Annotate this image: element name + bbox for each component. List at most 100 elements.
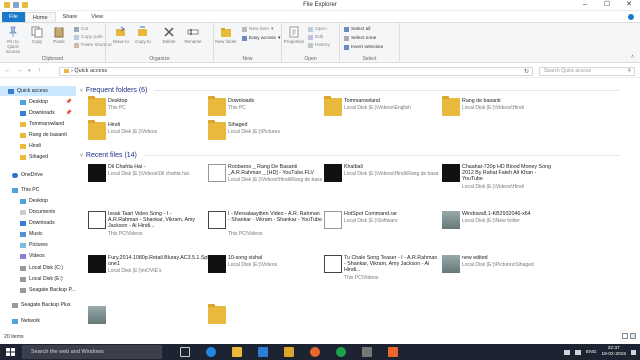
recent-file-tile[interactable]: Fury.2014.1080p.Retail.Bluray.AC3.5.1.Sp… (84, 255, 219, 295)
nav-item-downloads[interactable]: Downloads (0, 218, 76, 228)
copy-path-button[interactable]: Copy path (74, 35, 103, 40)
app-icon[interactable] (336, 347, 346, 357)
recent-file-tile[interactable]: Chaahat-720p HD Blood Money Song 2012 By… (438, 164, 556, 204)
help-icon[interactable] (628, 13, 634, 20)
select-none-button[interactable]: Select none (344, 36, 376, 41)
history-button[interactable]: History (308, 43, 330, 48)
frequent-folder-tile[interactable]: Hindi Local Disk (E:)\Videos (84, 120, 202, 146)
nav-item-videos[interactable]: Videos (0, 251, 76, 261)
new-group-label: New (242, 56, 253, 62)
nav-item-pictures[interactable]: Pictures (0, 240, 76, 250)
maximize-button[interactable]: ☐ (596, 0, 618, 11)
recent-locations-icon[interactable]: ▾ (28, 68, 31, 74)
copy-button[interactable]: Copy (26, 26, 48, 44)
nav-item-music[interactable]: Music (0, 229, 76, 239)
nav-item-quick-access[interactable]: Quick access (0, 86, 76, 96)
recent-file-tile[interactable]: Khalbali Local Disk (E:)\Videos\Hindi\Ran… (320, 164, 438, 204)
network-icon[interactable] (564, 349, 571, 355)
details-view-icon[interactable] (622, 333, 628, 339)
large-icons-view-icon[interactable] (630, 333, 636, 339)
nav-item-rang-de-basanti[interactable]: Rang de basanti (0, 130, 76, 140)
nav-item-hindi[interactable]: Hindi (0, 141, 76, 151)
address-input[interactable]: › Quick access (59, 67, 533, 76)
nav-item-downloads-pinned[interactable]: Downloads 📌 (0, 108, 76, 118)
easy-access-button[interactable]: Easy access ▾ (242, 36, 280, 41)
tab-share[interactable]: Share (56, 12, 85, 22)
tab-view[interactable]: View (84, 12, 110, 22)
recent-file-tile[interactable]: Dil Chahta Hai - Local Disk (E:)\Videos\D… (84, 164, 202, 204)
task-view-icon[interactable] (180, 347, 190, 357)
minimize-button[interactable]: – (574, 0, 596, 11)
tab-home[interactable]: Home (24, 12, 56, 22)
invert-selection-button[interactable]: Invert selection (344, 45, 383, 50)
nav-item-network[interactable]: Network (0, 316, 76, 326)
recent-file-tile[interactable]: Windows8.1-KB2932046-x64 Local Disk (E:)\… (438, 211, 556, 251)
nav-item-tommarowland[interactable]: Tommarowland (0, 119, 76, 129)
recent-file-tile[interactable]: Issak Taari Video Song - I - A.R.Rahman … (84, 211, 202, 251)
forward-arrow-icon[interactable]: → (16, 67, 23, 74)
new-folder-button[interactable]: New folder (215, 26, 237, 44)
close-button[interactable]: ✕ (618, 0, 640, 11)
download-icon (20, 110, 26, 116)
refresh-icon[interactable]: ↻ (524, 68, 529, 75)
app-icon[interactable] (362, 347, 372, 357)
rename-button[interactable]: Rename (182, 26, 204, 44)
download-icon (20, 220, 26, 226)
search-input[interactable]: Search Quick access ⚲ (539, 67, 635, 76)
clock[interactable]: 22:37 19-02-2015 (601, 346, 626, 358)
nav-item-documents[interactable]: Documents (0, 207, 76, 217)
tile-location: This PC\Videos (108, 230, 143, 237)
frequent-folder-tile[interactable]: Rang de basanti Local Disk (E:)\Videos\Hi… (438, 96, 556, 122)
select-all-button[interactable]: Select all (344, 27, 370, 32)
cut-button[interactable]: Cut (74, 27, 88, 32)
new-item-button[interactable]: New item ▾ (242, 27, 273, 32)
delete-button[interactable]: Delete (158, 26, 180, 44)
nav-item-local-disk-e[interactable]: Local Disk (E:) (0, 274, 76, 284)
pin-to-quick-access-button[interactable]: Pin to Quick access (2, 26, 24, 54)
nav-item-onedrive[interactable]: OneDrive (0, 170, 76, 180)
folder-icon (88, 96, 106, 116)
volume-icon[interactable] (575, 349, 582, 355)
windows-start-icon[interactable] (6, 348, 15, 356)
paste-button[interactable]: Paste (48, 26, 70, 44)
collapse-ribbon-icon[interactable]: ˄ (631, 54, 634, 60)
file-explorer-icon[interactable] (232, 347, 242, 357)
language-indicator[interactable]: ENG (586, 350, 596, 355)
back-arrow-icon[interactable]: ← (4, 67, 11, 74)
nav-item-seagate-2[interactable]: Seagate Backup Plus (0, 300, 76, 310)
frequent-folder-tile[interactable]: Tommarowland Local Disk (E:)\Videos\Engli… (320, 96, 438, 122)
nav-item-this-pc[interactable]: This PC (0, 185, 76, 195)
recent-file-tile[interactable]: new edited Local Disk (E:)\Pictures\Sihag… (438, 255, 556, 295)
recent-file-tile[interactable]: I - Mersalaayitten Video - A.R. Rahman -… (204, 211, 322, 251)
recent-file-tile[interactable]: Roobaroo _ Rang De Basanti _A.R.Rahman _… (204, 164, 322, 204)
up-arrow-icon[interactable]: ↑ (38, 67, 42, 74)
recent-files-header[interactable]: ˅ Recent files (14) (80, 152, 620, 159)
recent-file-tile[interactable]: Tu Chale Song Teaser - I - A.R.Rahman - … (320, 255, 438, 295)
recent-file-tile[interactable]: HotSpot Command.rar Local Disk (E:)\Softw… (320, 211, 438, 251)
nav-item-seagate-1[interactable]: Seagate Backup P... (0, 285, 76, 295)
ribbon-tabs: File Home Share View (0, 11, 640, 22)
open-button[interactable]: Open (308, 27, 327, 32)
edit-button[interactable]: Edit (308, 35, 323, 40)
app-icon[interactable] (388, 347, 398, 357)
breadcrumb[interactable]: Quick access (74, 68, 107, 74)
nav-item-sihaged[interactable]: Sihaged (0, 152, 76, 162)
tab-file[interactable]: File (2, 12, 25, 22)
store-icon[interactable] (258, 347, 268, 357)
properties-button[interactable]: Properties (283, 26, 305, 44)
frequent-folder-tile[interactable]: Desktop This PC (84, 96, 202, 122)
notifications-icon[interactable] (631, 349, 636, 355)
copy-to-button[interactable]: Copy to (132, 26, 154, 44)
move-to-button[interactable]: Move to (110, 26, 132, 44)
chrome-icon[interactable] (310, 347, 320, 357)
recent-file-tile[interactable]: 10-song vishal Local Disk (E:)\Videos (204, 255, 322, 295)
nav-item-desktop[interactable]: Desktop (0, 196, 76, 206)
frequent-folders-header[interactable]: ˅ Frequent folders (6) (80, 87, 620, 94)
nav-item-desktop-pinned[interactable]: Desktop 📌 (0, 97, 76, 107)
taskbar-search-input[interactable]: Search the web and Windows (22, 345, 162, 359)
frequent-folder-tile[interactable]: Downloads This PC (204, 96, 322, 122)
frequent-folder-tile[interactable]: Sihaged Local Disk (E:)\Pictures (204, 120, 322, 146)
folder-icon[interactable] (284, 347, 294, 357)
internet-explorer-icon[interactable] (206, 347, 216, 357)
nav-item-local-disk-c[interactable]: Local Disk (C:) (0, 263, 76, 273)
